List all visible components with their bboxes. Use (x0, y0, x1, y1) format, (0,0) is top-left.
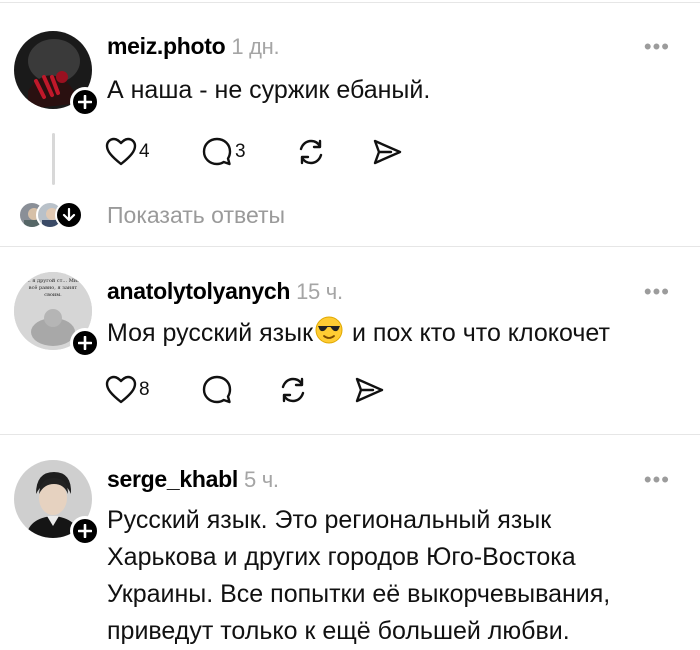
separator (0, 434, 700, 435)
post-time: 15 ч. (296, 279, 343, 304)
follow-plus-icon[interactable] (70, 87, 100, 117)
comment-text: А наша - не суржик ебаный. (107, 76, 431, 104)
more-options-icon[interactable]: ••• (644, 34, 670, 60)
comment-count: 3 (235, 141, 246, 162)
repost-button[interactable] (277, 373, 309, 407)
avatar-caption: ... я другой ст... Мне всё равно, я заня… (25, 278, 81, 298)
repost-icon (299, 139, 323, 165)
separator-top (0, 2, 700, 3)
avatar-container[interactable] (14, 460, 100, 546)
heart-icon (105, 137, 137, 166)
username-line: anatolytolyanych 15 ч. (107, 278, 343, 305)
share-button[interactable] (353, 373, 385, 407)
follow-plus-icon[interactable] (70, 328, 100, 358)
more-options-icon[interactable]: ••• (644, 467, 670, 493)
comment-text: Русский язык. Это региональный язык Харь… (107, 502, 610, 650)
send-icon (355, 377, 384, 403)
username-line: meiz.photo 1 дн. (107, 33, 280, 60)
comment-line: приведут только к ещё большей любви. (107, 617, 570, 645)
send-icon (373, 139, 402, 165)
like-button[interactable]: 4 (105, 135, 150, 169)
avatar-container[interactable] (14, 31, 100, 117)
sunglasses-emoji-icon (315, 316, 343, 355)
comment-text: Моя русский язык и пох кто что клокочет (107, 315, 610, 355)
comment-icon (202, 137, 232, 166)
like-count: 8 (139, 379, 150, 400)
more-options-icon[interactable]: ••• (644, 279, 670, 305)
heart-icon (105, 375, 137, 404)
repost-icon (281, 377, 305, 403)
follow-plus-icon[interactable] (70, 516, 100, 546)
thread-line (52, 133, 55, 185)
separator (0, 246, 700, 247)
repost-button[interactable] (295, 135, 327, 169)
post-time: 5 ч. (243, 467, 279, 492)
share-button[interactable] (371, 135, 403, 169)
like-count: 4 (139, 141, 150, 162)
arrow-down-icon (62, 208, 76, 222)
username[interactable]: meiz.photo (107, 33, 226, 59)
username[interactable]: anatolytolyanych (107, 278, 290, 304)
expand-replies-button[interactable] (55, 201, 83, 229)
comment-line: Харькова и других городов Юго-Востока (107, 543, 576, 571)
username-line: serge_khabl 5 ч. (107, 466, 279, 493)
post-time: 1 дн. (231, 34, 280, 59)
comment-button[interactable] (201, 373, 233, 407)
comment-line: Украины. Все попытки её выкорчевывания, (107, 580, 611, 608)
comment-button[interactable]: 3 (201, 135, 246, 169)
avatar-container[interactable]: ... я другой ст... Мне всё равно, я заня… (14, 272, 100, 358)
like-button[interactable]: 8 (105, 373, 150, 407)
username[interactable]: serge_khabl (107, 466, 238, 492)
comment-icon (202, 375, 232, 404)
comment-line: Русский язык. Это региональный язык (107, 506, 552, 534)
show-replies-link[interactable]: Показать ответы (107, 202, 285, 229)
